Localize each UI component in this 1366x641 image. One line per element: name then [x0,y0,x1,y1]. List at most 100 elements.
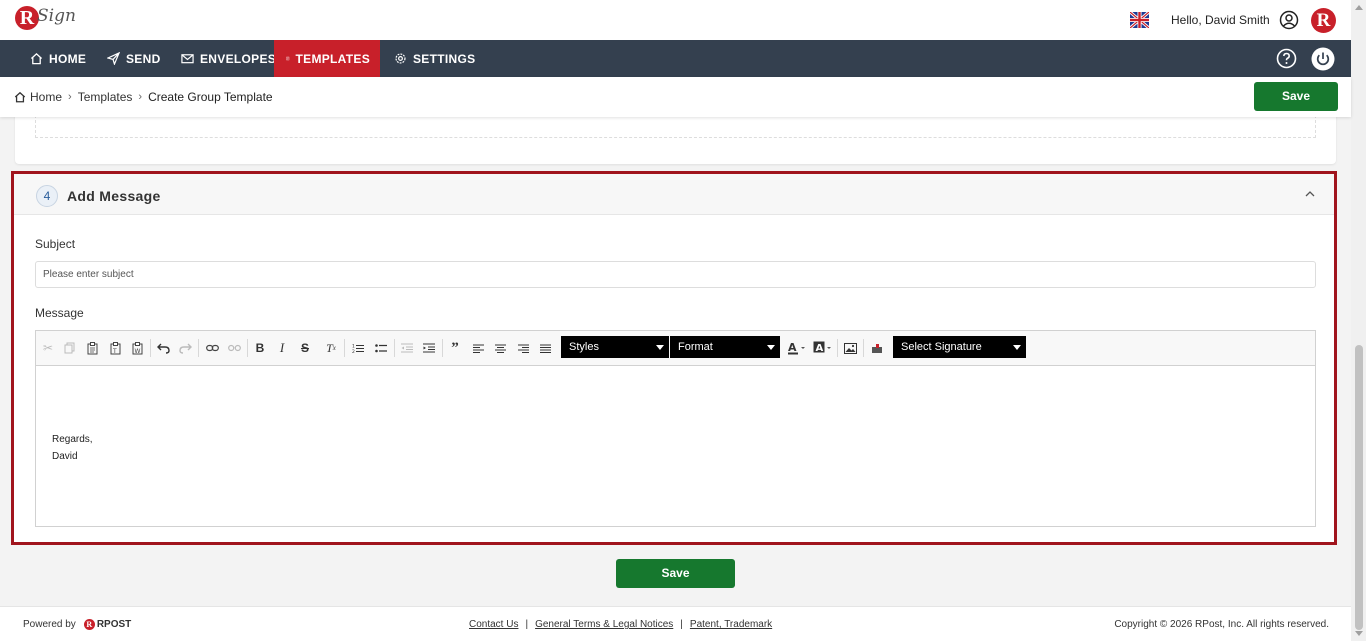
signature-stamp-icon[interactable] [869,340,885,356]
format-dropdown-label: Format [678,341,713,353]
align-justify-icon[interactable] [537,340,553,356]
breadcrumb-bar: Home › Templates › Create Group Template… [0,77,1351,117]
rsign-logo[interactable]: R Sign [15,4,76,36]
redo-icon[interactable] [177,340,193,356]
nav-item-label: SEND [126,51,161,66]
styles-dropdown[interactable]: Styles [561,336,669,358]
nav-item-label: HOME [49,51,87,66]
patent-trademark-link[interactable]: Patent, Trademark [690,619,772,630]
decrease-indent-icon[interactable] [399,340,415,356]
scrollbar-thumb[interactable] [1355,345,1363,630]
uk-flag-icon[interactable] [1130,12,1149,28]
logo-text: Sign [37,6,76,26]
message-editor-body[interactable]: Regards, David [36,366,1315,526]
toolbar-separator [394,339,395,357]
toolbar-separator [247,339,248,357]
add-message-section: 4 Add Message Subject Message ✂ T W [11,171,1337,545]
remove-format-icon[interactable]: Tx [323,340,339,356]
select-signature-label: Select Signature [901,341,982,353]
italic-icon[interactable]: I [274,340,290,356]
link-separator: | [680,619,683,630]
numbered-list-icon[interactable]: 12 [350,340,366,356]
section-header[interactable]: 4 Add Message [14,174,1334,215]
page-scrollbar[interactable] [1351,0,1366,641]
link-separator: | [525,619,529,630]
toolbar-separator [863,339,864,357]
align-right-icon[interactable] [515,340,531,356]
paste-text-icon[interactable]: T [107,340,123,356]
select-signature-dropdown[interactable]: Select Signature [893,336,1026,358]
bold-icon[interactable]: B [252,340,268,356]
power-logout-icon[interactable] [1311,47,1335,71]
footer-links: Contact Us | General Terms & Legal Notic… [469,619,772,630]
styles-dropdown-label: Styles [569,341,599,353]
toolbar-separator [442,339,443,357]
logo-letter: R [15,6,39,30]
main-nav: HOME SEND ENVELOPES TEMPLATES SETTINGS [0,40,1351,77]
scroll-up-arrow[interactable] [1355,5,1363,10]
scroll-down-arrow[interactable] [1355,631,1363,636]
save-button-top[interactable]: Save [1254,82,1338,111]
breadcrumb-home[interactable]: Home [30,90,62,104]
image-icon[interactable] [842,340,858,356]
breadcrumb: Home › Templates › Create Group Template [14,90,273,104]
svg-text:A: A [788,341,797,354]
home-icon[interactable] [14,91,26,103]
save-button-bottom[interactable]: Save [616,559,735,588]
link-icon[interactable] [204,340,220,356]
blockquote-icon[interactable]: ” [447,340,463,356]
chevron-down-icon [1013,345,1021,350]
text-color-icon[interactable]: A [786,340,808,356]
bulleted-list-icon[interactable] [373,340,389,356]
user-profile-icon[interactable] [1279,10,1299,30]
nav-item-label: SETTINGS [413,51,476,66]
powered-by-label: Powered by [23,619,76,630]
top-bar: R Sign Hello, David Smith R [0,0,1366,40]
breadcrumb-templates[interactable]: Templates [78,90,133,104]
chevron-up-icon[interactable] [1304,188,1316,200]
increase-indent-icon[interactable] [421,340,437,356]
svg-text:T: T [112,348,117,355]
nav-item-label: ENVELOPES [200,51,277,66]
undo-icon[interactable] [155,340,171,356]
contact-us-link[interactable]: Contact Us [469,619,518,630]
format-dropdown[interactable]: Format [670,336,780,358]
paste-icon[interactable] [84,340,100,356]
subject-input[interactable] [35,261,1316,288]
rpost-brand-badge[interactable]: R [1311,8,1336,33]
editor-toolbar: ✂ T W B I S T x 1 2 ” Styles Format A A … [36,331,1315,366]
unlink-icon[interactable] [226,340,242,356]
rpost-logo-letter: R [83,619,95,630]
rpost-logo: R RPOST [83,619,131,630]
toolbar-separator [198,339,199,357]
toolbar-separator [837,339,838,357]
help-icon[interactable] [1276,48,1297,69]
message-label: Message [35,306,84,320]
breadcrumb-separator: › [68,91,72,103]
align-center-icon[interactable] [492,340,508,356]
cut-icon[interactable]: ✂ [40,340,56,356]
message-line: David [52,451,78,462]
nav-item-envelopes[interactable]: ENVELOPES [171,40,286,77]
strikethrough-icon[interactable]: S [297,340,313,356]
subject-label: Subject [35,237,76,251]
toolbar-separator [344,339,345,357]
chevron-down-icon [656,345,664,350]
nav-item-settings[interactable]: SETTINGS [384,40,485,77]
paste-word-icon[interactable]: W [129,340,145,356]
user-greeting: Hello, David Smith [1171,13,1270,27]
legal-notices-link[interactable]: General Terms & Legal Notices [535,619,673,630]
align-left-icon[interactable] [470,340,486,356]
toolbar-separator [150,339,151,357]
nav-item-templates[interactable]: TEMPLATES [274,40,380,77]
nav-item-send[interactable]: SEND [97,40,171,77]
envelope-icon [181,54,194,64]
copy-icon[interactable] [61,340,77,356]
nav-item-home[interactable]: HOME [20,40,96,77]
message-editor: ✂ T W B I S T x 1 2 ” Styles Format A A … [35,330,1316,527]
home-icon [30,52,43,65]
breadcrumb-separator: › [138,91,143,103]
background-color-icon[interactable]: A [812,340,834,356]
svg-text:1: 1 [352,343,355,349]
breadcrumb-current: Create Group Template [148,90,273,104]
